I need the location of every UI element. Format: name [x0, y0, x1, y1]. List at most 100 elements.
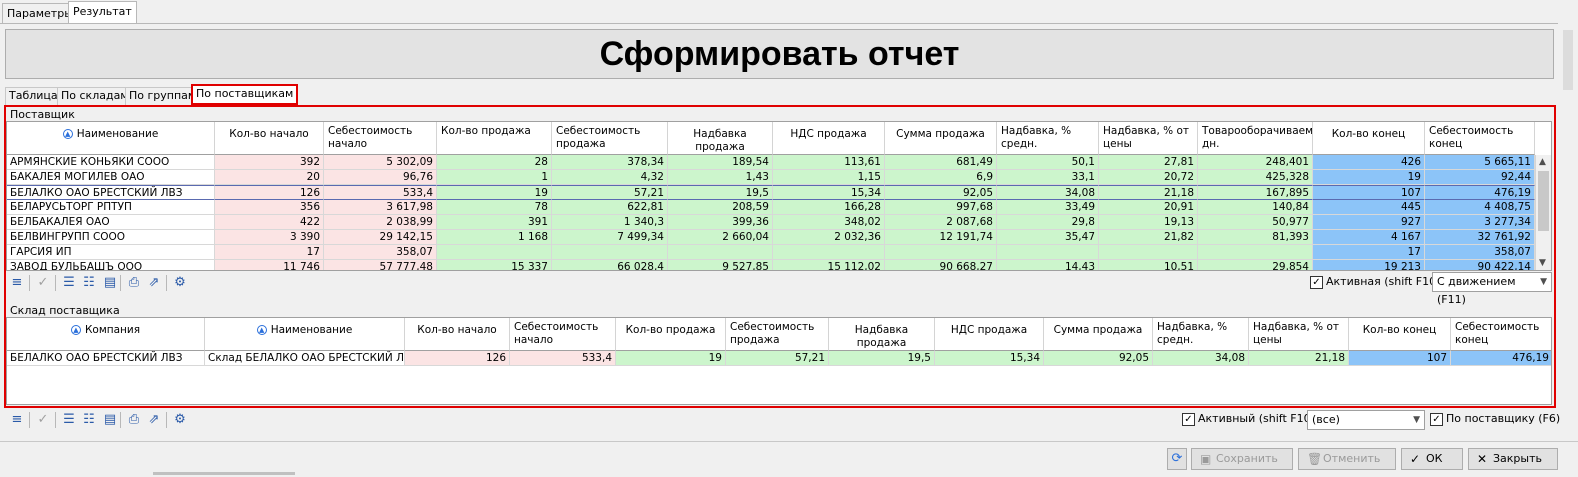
table-cell: 5 302,09 [324, 155, 437, 170]
suppliers-filter-combo[interactable]: С движением (F11) ▼ [1432, 272, 1552, 306]
column-header[interactable]: Надбавка, % от цены [1099, 122, 1198, 155]
column-header[interactable]: Себестоимость продажа [552, 122, 668, 155]
column-header[interactable]: Товарооборачиваемость, дн. [1198, 122, 1313, 155]
warehouses-active-label: Активный (shift F10) [1198, 412, 1315, 425]
column-header[interactable]: Себестоимость конец [1451, 318, 1551, 351]
column-header[interactable]: ▲ Наименование [7, 122, 215, 155]
cancel-button[interactable]: 🗑 Отменить [1298, 448, 1396, 470]
column-header[interactable]: Кол-во конец [1313, 122, 1425, 155]
table-cell: 927 [1313, 215, 1425, 230]
column-header[interactable]: Кол-во конец [1349, 318, 1451, 351]
export-icon[interactable]: ⇗ [145, 274, 163, 292]
column-header[interactable]: НДС продажа [773, 122, 885, 155]
print-icon[interactable]: ⎙ [125, 411, 143, 429]
numbered-list-icon[interactable]: ☰ [60, 274, 78, 292]
add-columns-icon[interactable]: ☷ [80, 274, 98, 292]
column-header[interactable]: Кол-во продажа [437, 122, 552, 155]
ok-button[interactable]: ✓ ОК [1401, 448, 1463, 470]
table-row[interactable]: БЕЛАЛКО ОАО БРЕСТСКИЙ ЛВЗ Склад БЕЛАЛКО О… [7, 351, 1551, 366]
column-header[interactable]: Сумма продажа [1044, 318, 1153, 351]
column-header[interactable]: Себестоимость начало [324, 122, 437, 155]
table-cell: 1,43 [668, 170, 773, 185]
table-cell: 167,895 [1198, 185, 1313, 200]
table-row[interactable]: АРМЯНСКИЕ КОНЬЯКИ СООО 392 5 302,09 28 378,3… [7, 155, 1535, 170]
table-cell: 14,43 [997, 260, 1099, 270]
warehouses-filter-combo[interactable]: (все) ▼ [1307, 410, 1425, 430]
column-header[interactable]: Надбавка, % средн. [997, 122, 1099, 155]
refresh-button[interactable]: ⟳ [1167, 448, 1187, 470]
column-header-label: Себестоимость конец [1429, 125, 1514, 150]
column-header[interactable]: НДС продажа [935, 318, 1044, 351]
close-button[interactable]: ✕ Закрыть [1468, 448, 1558, 470]
column-header[interactable]: Сумма продажа [885, 122, 997, 155]
gear-icon[interactable]: ⚙ [171, 274, 189, 292]
table-cell: 19 [1313, 170, 1425, 185]
subtab-by-warehouses[interactable]: По складам [57, 87, 133, 105]
table-cell: БЕЛАЛКО ОАО БРЕСТСКИЙ ЛВЗ [7, 351, 205, 366]
add-columns-icon[interactable]: ☷ [80, 411, 98, 429]
column-header[interactable]: ▲ Компания [7, 318, 205, 351]
tab-result[interactable]: Результат [68, 1, 137, 24]
column-header[interactable]: Кол-во продажа [616, 318, 726, 351]
print-icon[interactable]: ⎙ [125, 274, 143, 292]
table-row[interactable]: БЕЛБАКАЛЕЯ ОАО 422 2 038,99 391 1 340,3 399,3… [7, 215, 1535, 230]
column-header-label: Кол-во продажа [625, 324, 716, 336]
chevron-down-icon[interactable]: ▼ [1539, 258, 1546, 268]
page-scrollbar[interactable] [1561, 24, 1575, 434]
save-button[interactable]: ▣ Сохранить [1191, 448, 1293, 470]
column-header[interactable]: Надбавка, % от цены [1249, 318, 1349, 351]
table-row[interactable]: БЕЛАЛКО ОАО БРЕСТСКИЙ ЛВЗ 126 533,4 19 57,21… [7, 185, 1535, 200]
column-header[interactable]: Кол-во начало [405, 318, 510, 351]
table-cell: 1 [437, 170, 552, 185]
table-cell: 445 [1313, 200, 1425, 215]
column-header[interactable]: Надбавка продажа [668, 122, 773, 155]
filter-icon[interactable]: ≡ [8, 274, 26, 292]
table-cell: 358,07 [324, 245, 437, 260]
table-row[interactable]: ГАРСИЯ ИП 17 358,07 17 358,07 [7, 245, 1535, 260]
subtab-by-groups[interactable]: По группам [125, 87, 201, 105]
table-row[interactable]: БЕЛВИНГРУПП СООО 3 390 29 142,15 1 168 7 499… [7, 230, 1535, 245]
column-header[interactable]: Кол-во начало [215, 122, 324, 155]
column-header-label: Надбавка продажа [854, 324, 909, 349]
filter-icon[interactable]: ≡ [8, 411, 26, 429]
subtab-by-suppliers[interactable]: По поставщикам [191, 84, 299, 105]
column-settings-icon[interactable]: ▤ [101, 411, 119, 429]
warehouses-grid[interactable]: ▲ Компания ▲ Наименование Кол-во начало Себес… [6, 317, 1552, 405]
check-list-icon[interactable]: ✓ [34, 274, 52, 292]
table-cell [552, 245, 668, 260]
table-cell: 140,84 [1198, 200, 1313, 215]
check-list-icon[interactable]: ✓ [34, 411, 52, 429]
grid-scrollbar[interactable]: ▲ ▼ [1535, 155, 1551, 270]
gear-icon[interactable]: ⚙ [171, 411, 189, 429]
by-supplier-checkbox[interactable]: ✓ [1430, 413, 1443, 426]
column-header[interactable]: Себестоимость конец [1425, 122, 1535, 155]
export-icon[interactable]: ⇗ [145, 411, 163, 429]
table-row[interactable]: БАКАЛЕЯ МОГИЛЕВ ОАО 20 96,76 1 4,32 1,43 1,15 6… [7, 170, 1535, 185]
top-tab-bar: Параметры Результат [0, 0, 1578, 24]
chevron-down-icon: ▼ [1540, 277, 1547, 287]
scroll-thumb[interactable] [1538, 171, 1549, 231]
column-header-label: Себестоимость начало [514, 321, 599, 346]
column-settings-icon[interactable]: ▤ [101, 274, 119, 292]
suppliers-active-checkbox[interactable]: ✓ [1310, 276, 1323, 289]
column-header[interactable]: Надбавка продажа [829, 318, 935, 351]
table-cell: АРМЯНСКИЕ КОНЬЯКИ СООО [7, 155, 215, 170]
column-header[interactable]: ▲ Наименование [205, 318, 405, 351]
numbered-list-icon[interactable]: ☰ [60, 411, 78, 429]
generate-report-button[interactable]: Сформировать отчет [5, 29, 1554, 79]
table-row[interactable]: ЗАВОД БУЛЬБАШЪ ООО 11 746 57 777,48 15 337 6… [7, 260, 1535, 270]
table-row[interactable]: БЕЛАРУСЬТОРГ РПТУП 356 3 617,98 78 622,81 208… [7, 200, 1535, 215]
warehouses-active-checkbox[interactable]: ✓ [1182, 413, 1195, 426]
column-header-label: Себестоимость продажа [556, 125, 641, 150]
chevron-up-icon[interactable]: ▲ [1539, 157, 1546, 167]
table-cell: 10,51 [1099, 260, 1198, 270]
bottom-divider [0, 441, 1578, 442]
column-header[interactable]: Надбавка, % средн. [1153, 318, 1249, 351]
tab-parameters[interactable]: Параметры [2, 3, 78, 24]
subtab-table[interactable]: Таблица [5, 87, 62, 105]
suppliers-grid[interactable]: ▲ Наименование Кол-во начало Себестоимость … [6, 121, 1552, 271]
column-header-label: Надбавка, % средн. [1001, 125, 1072, 150]
column-header[interactable]: Себестоимость продажа [726, 318, 829, 351]
table-cell [1099, 245, 1198, 260]
column-header[interactable]: Себестоимость начало [510, 318, 616, 351]
